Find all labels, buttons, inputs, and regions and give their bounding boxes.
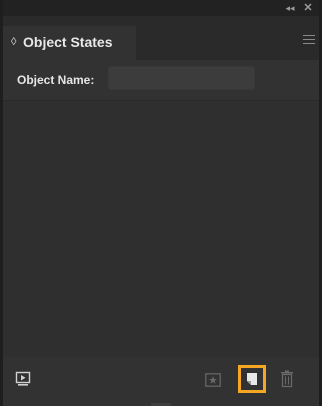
trash-icon[interactable] bbox=[280, 370, 294, 388]
tab-object-states[interactable]: ◊ Object States bbox=[3, 26, 136, 60]
states-list[interactable] bbox=[3, 100, 319, 357]
object-name-label: Object Name: bbox=[17, 73, 95, 87]
new-state-button[interactable] bbox=[238, 365, 266, 393]
object-name-input[interactable] bbox=[108, 66, 255, 90]
star-box-icon[interactable] bbox=[205, 373, 221, 387]
double-chevron-left-icon[interactable]: ◂◂ bbox=[283, 2, 297, 14]
object-states-panel: ◂◂ ✕ ◊ Object States Object Name: bbox=[3, 0, 319, 406]
close-icon[interactable]: ✕ bbox=[301, 2, 315, 14]
hamburger-menu-icon[interactable] bbox=[303, 35, 315, 45]
sort-arrows-icon: ◊ bbox=[11, 36, 17, 48]
tab-label: Object States bbox=[23, 34, 113, 50]
tab-row: ◊ Object States bbox=[3, 16, 319, 60]
new-page-icon bbox=[247, 373, 257, 385]
preview-icon[interactable] bbox=[15, 371, 31, 387]
object-name-row: Object Name: bbox=[3, 60, 319, 100]
panel-topbar: ◂◂ ✕ bbox=[3, 0, 319, 16]
panel-footer bbox=[3, 358, 319, 406]
